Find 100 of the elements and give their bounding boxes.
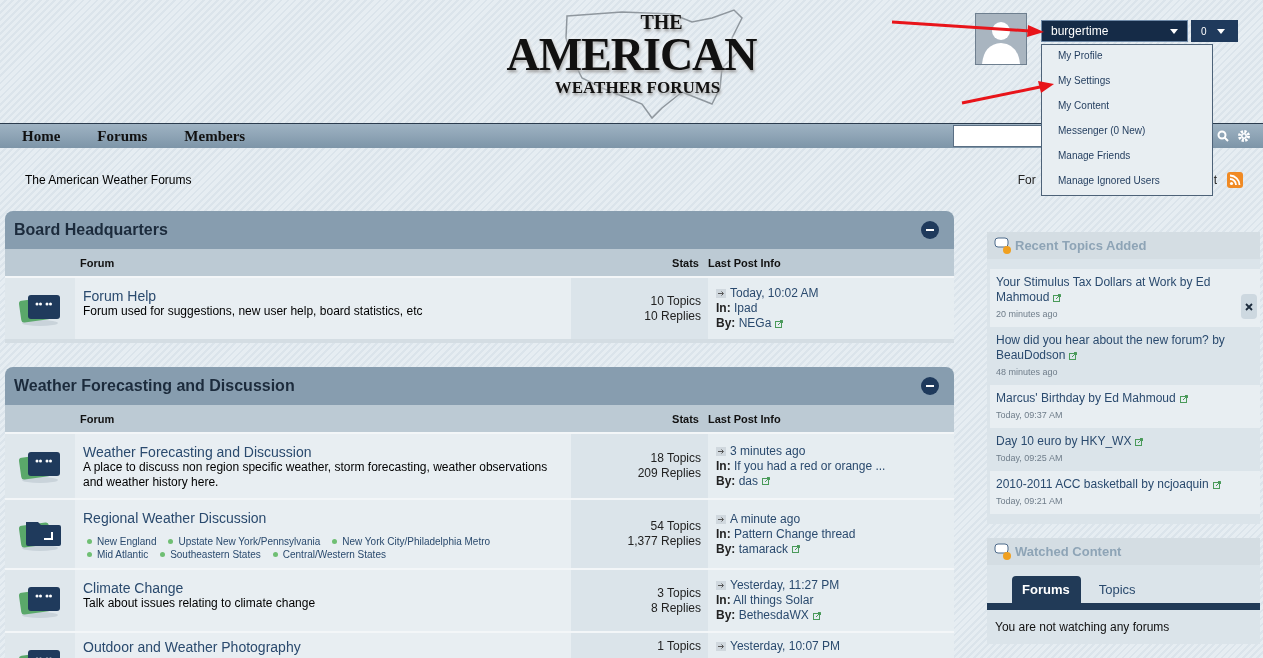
reply-count: 209 Replies	[637, 466, 701, 481]
field-label: In:	[716, 458, 731, 473]
logo-text: THE	[640, 12, 683, 32]
post-time: 20 minutes ago	[996, 308, 1059, 321]
external-link-icon[interactable]	[775, 319, 784, 328]
column-header: Stats	[671, 256, 700, 269]
topic-link[interactable]: How did you hear about the new forum? by BeauDodson	[996, 333, 1252, 363]
subforum-link[interactable]: New York City/Philadelphia Metro	[342, 536, 491, 547]
arrow-icon[interactable]	[716, 581, 726, 591]
external-link-icon[interactable]	[1212, 480, 1221, 489]
logo-text: AMERICAN	[506, 32, 757, 78]
avatar-silhouette[interactable]	[975, 13, 1027, 65]
reply-count: 10 Replies	[644, 308, 701, 324]
subforum-link[interactable]: Upstate New York/Pennsylvania	[178, 536, 321, 547]
post-time: 48 minutes ago	[996, 366, 1059, 379]
external-link-icon[interactable]	[1053, 293, 1062, 302]
forum-link[interactable]: Forum Help	[83, 288, 563, 304]
menu-item[interactable]: Manage Friends	[1042, 145, 1212, 170]
dot-icon	[87, 552, 92, 557]
last-post-date[interactable]: Today, 10:02 AM	[730, 286, 819, 300]
logo-text: WEATHER FORUMS	[554, 78, 721, 98]
menu-item[interactable]: My Settings	[1042, 70, 1212, 95]
nav-link[interactable]: Home	[22, 127, 61, 145]
topic-link[interactable]: Day 10 euro by HKY_WX	[996, 434, 1252, 449]
nav-link[interactable]: Members	[184, 127, 246, 145]
last-post-date[interactable]: Yesterday, 11:27 PM	[730, 578, 840, 592]
header-link[interactable]: For	[1017, 172, 1036, 187]
topic-link[interactable]: Marcus' Birthday by Ed Mahmoud	[996, 391, 1252, 406]
forum-description: Forum used for suggestions, new user help, board statistics, etc	[83, 304, 424, 319]
subforum-link[interactable]: Central/Western States	[282, 549, 386, 560]
topic-count: 3 Topics	[657, 585, 701, 601]
field-label: In:	[716, 593, 731, 607]
topic-link[interactable]: Ipad	[734, 301, 758, 315]
forum-link[interactable]: Regional Weather Discussion	[83, 510, 563, 526]
menu-item[interactable]: Manage Ignored Users	[1042, 170, 1212, 195]
subforum-link[interactable]: Mid Atlantic	[97, 549, 149, 560]
external-link-icon[interactable]	[812, 611, 821, 620]
column-header: Stats	[671, 412, 700, 425]
dot-icon	[272, 552, 278, 557]
field-label: By:	[716, 316, 736, 330]
forum-link[interactable]: Weather Forecasting and Discussion	[83, 444, 563, 460]
dot-icon	[168, 539, 174, 544]
collapse-icon[interactable]	[921, 221, 939, 239]
panel-title: Recent Topics Added	[1015, 238, 1147, 253]
user-link[interactable]: das	[738, 473, 759, 488]
nav-link[interactable]: Forums	[97, 127, 148, 145]
forum-description: Talk about issues relating to climate change	[83, 596, 317, 611]
empty-message: You are not watching any forums	[994, 619, 1171, 636]
field-label: By:	[716, 541, 736, 556]
user-link[interactable]: BethesdaWX	[738, 608, 809, 622]
field-label: In:	[716, 526, 731, 541]
settings-icon[interactable]	[1237, 129, 1251, 143]
topic-link[interactable]: If you had a red or orange ...	[734, 458, 886, 473]
menu-item[interactable]: My Content	[1042, 95, 1212, 120]
topic-link[interactable]: 2010-2011 ACC basketball by ncjoaquin	[996, 477, 1252, 492]
notifications-button[interactable]: 0	[1191, 20, 1238, 42]
field-label: By:	[716, 473, 736, 488]
topic-link[interactable]: Your Stimulus Tax Dollars at Work by Ed Mahmoud	[996, 275, 1252, 305]
close-icon[interactable]	[1241, 294, 1257, 319]
external-link-icon[interactable]	[1179, 394, 1188, 403]
external-link-icon[interactable]	[1069, 351, 1078, 360]
arrow-icon[interactable]	[716, 514, 726, 524]
external-link-icon[interactable]	[762, 477, 771, 486]
last-post-date[interactable]: Yesterday, 10:07 PM	[730, 639, 841, 653]
user-menu-button[interactable]: burgertime	[1041, 20, 1188, 42]
menu-item[interactable]: Messenger (0 New)	[1042, 120, 1212, 145]
topic-link[interactable]: Pattern Change thread	[734, 526, 856, 541]
rss-icon[interactable]	[1227, 171, 1243, 188]
topic-link[interactable]: All things Solar	[733, 593, 814, 607]
topic-count: 54 Topics	[650, 519, 701, 534]
header-link[interactable]: t	[1213, 172, 1217, 187]
forum-link[interactable]: Climate Change	[83, 580, 563, 596]
tab[interactable]: Topics	[1088, 576, 1147, 603]
last-post-date[interactable]: A minute ago	[730, 511, 801, 526]
arrow-icon[interactable]	[716, 446, 726, 456]
chat-star-icon	[993, 236, 1013, 255]
breadcrumb-link[interactable]: The American Weather Forums	[25, 172, 192, 187]
dot-icon	[87, 539, 92, 544]
external-link-icon[interactable]	[1135, 437, 1144, 446]
forum-link[interactable]: Outdoor and Weather Photography	[83, 639, 563, 655]
chat-star-icon	[993, 542, 1013, 561]
collapse-icon[interactable]	[921, 377, 939, 395]
tab[interactable]: Forums	[1012, 576, 1081, 603]
last-post-date[interactable]: 3 minutes ago	[730, 443, 806, 458]
external-link-icon[interactable]	[792, 545, 801, 554]
topic-count: 1 Topics	[657, 639, 701, 654]
subforum-link[interactable]: Southeastern States	[170, 549, 261, 560]
search-icon[interactable]	[1217, 130, 1229, 142]
subforum-link[interactable]: New England	[97, 536, 157, 547]
post-time: Today, 09:21 AM	[996, 495, 1064, 508]
user-link[interactable]: tamarack	[738, 541, 789, 556]
reply-count: 8 Replies	[650, 600, 701, 616]
arrow-icon[interactable]	[716, 289, 726, 299]
arrow-icon[interactable]	[716, 642, 726, 652]
caret-icon	[1170, 28, 1178, 34]
user-link[interactable]: NEGa	[738, 316, 772, 330]
column-header: Last Post Info	[707, 256, 782, 269]
menu-item[interactable]: My Profile	[1042, 45, 1212, 70]
field-label: By:	[716, 608, 736, 622]
category-title: Board Headquarters	[14, 221, 168, 239]
